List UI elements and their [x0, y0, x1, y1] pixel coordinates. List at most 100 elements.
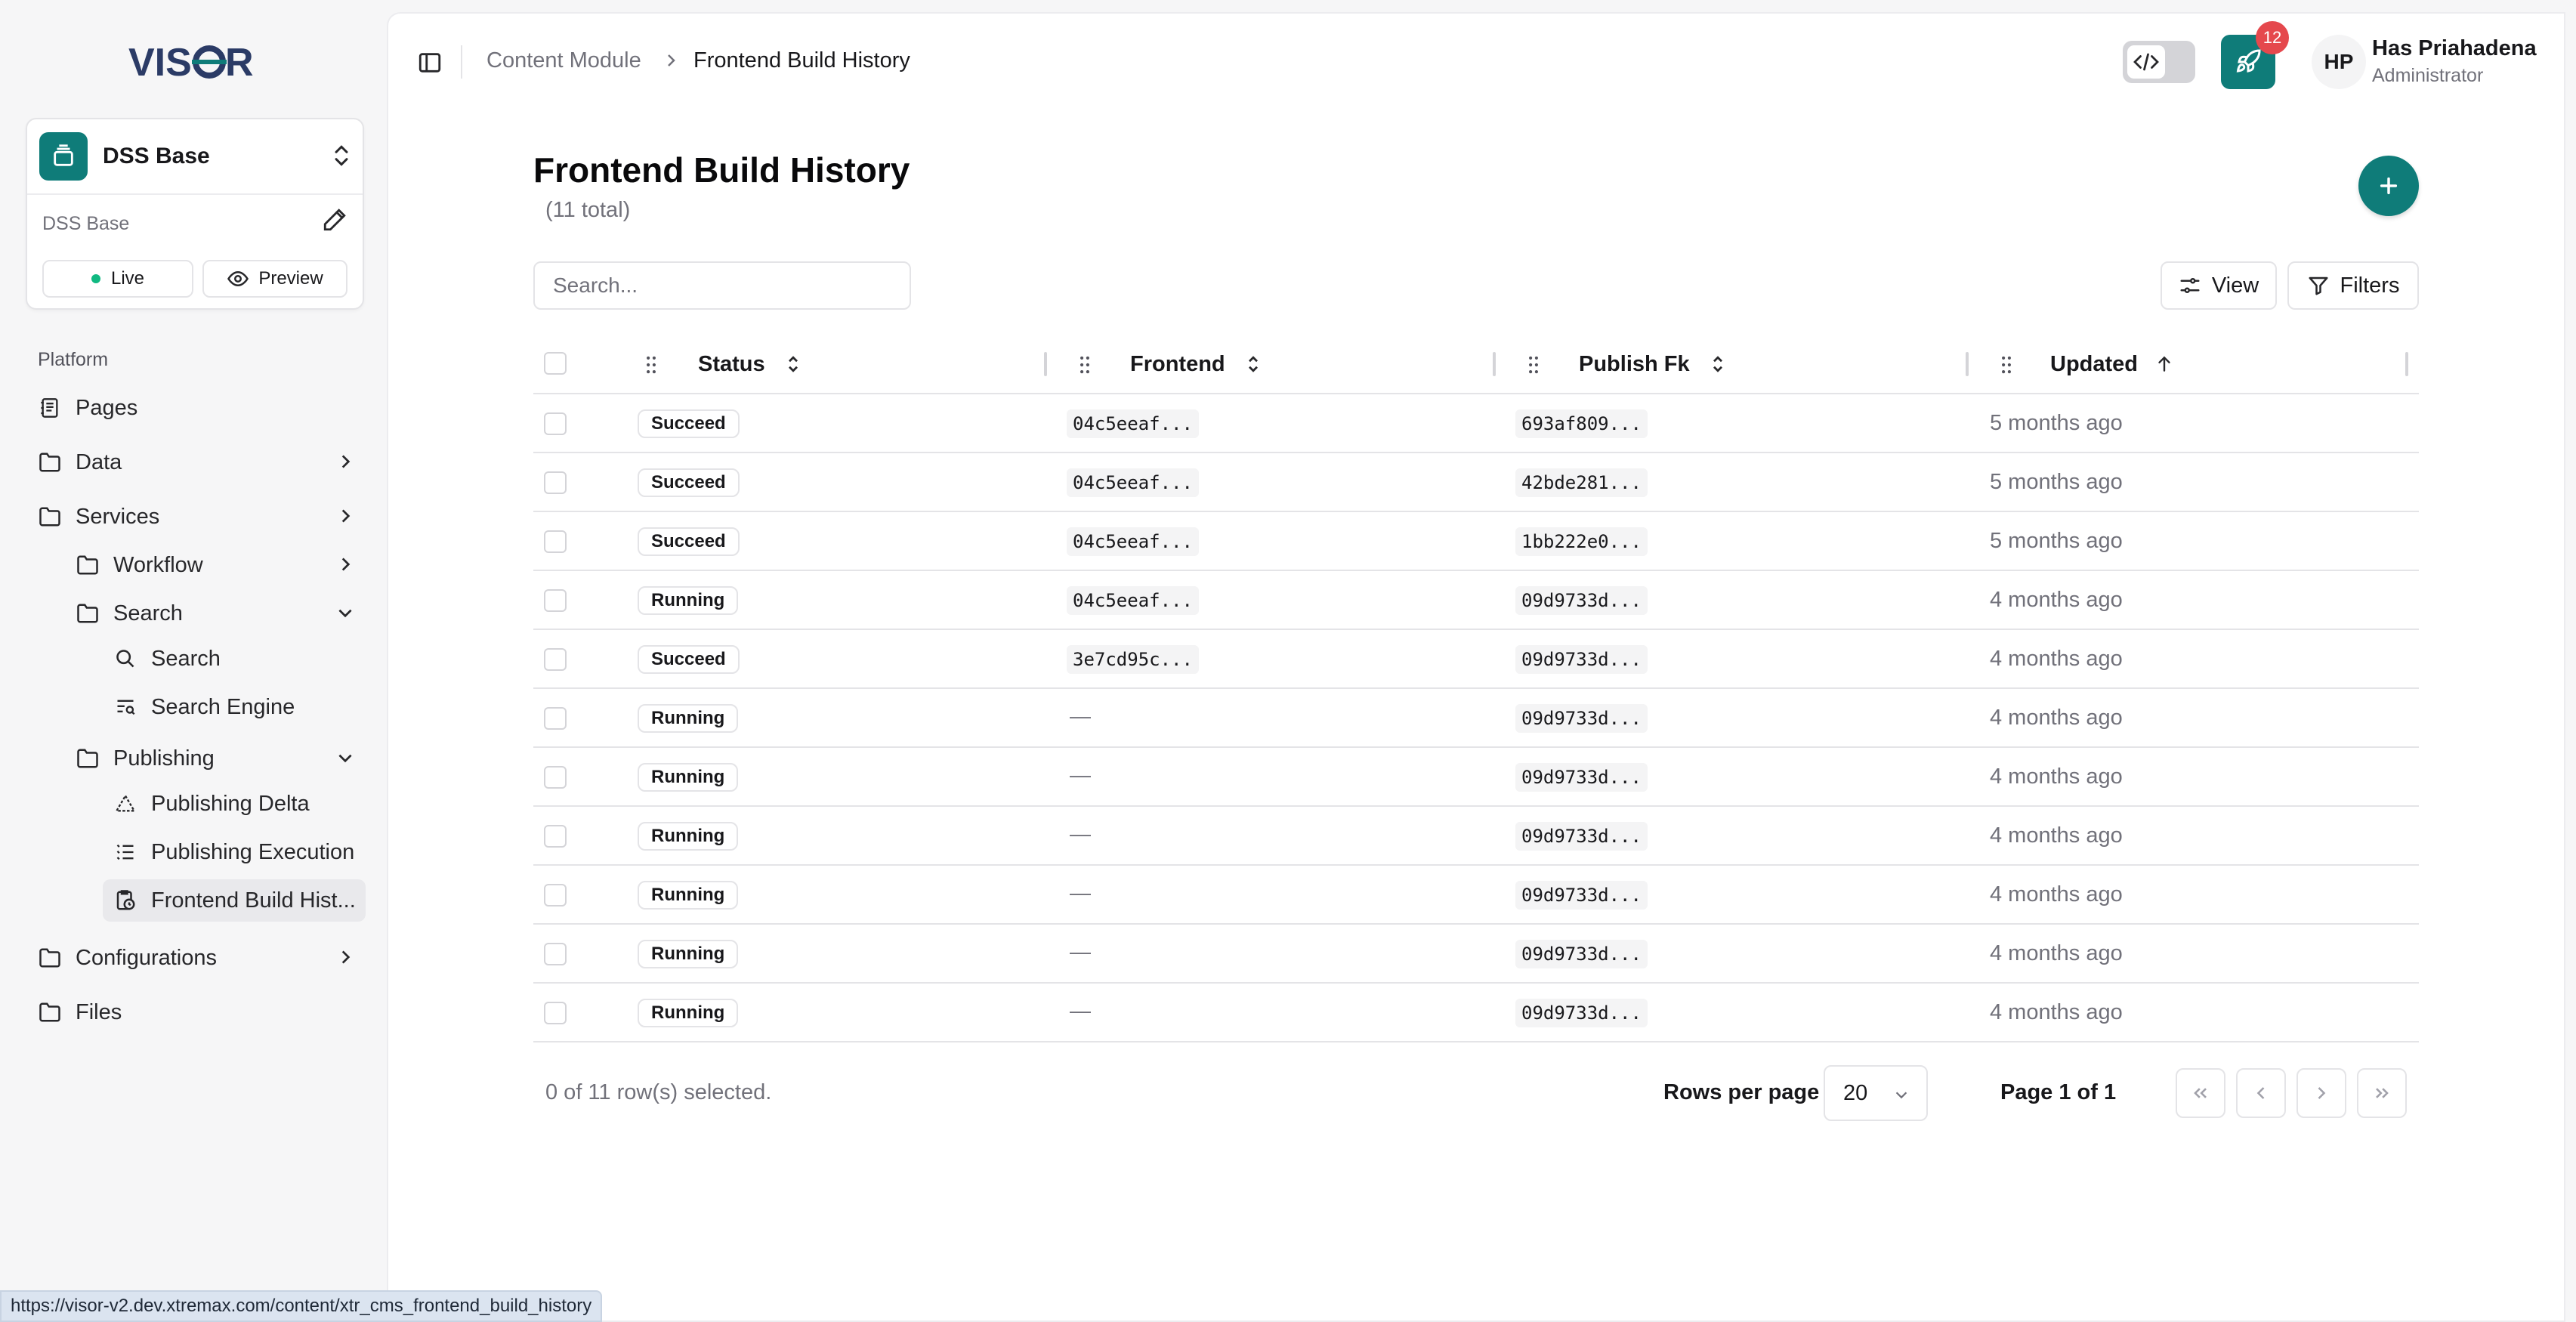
- table-row[interactable]: Running — 09d9733d... 4 months ago: [533, 748, 2419, 807]
- sidebar-item-configurations[interactable]: Configurations: [38, 937, 217, 979]
- sidebar-item-search[interactable]: Search: [76, 592, 183, 635]
- sidebar-toggle-icon[interactable]: [417, 50, 443, 76]
- chevron-right-icon: [341, 455, 351, 468]
- sidebar: VIS R DSS Base DSS Base Live Preview Pla…: [0, 0, 388, 1322]
- frontend-empty: —: [1070, 704, 1091, 727]
- row-checkbox[interactable]: [544, 707, 567, 730]
- workspace-icon: [39, 132, 88, 181]
- drag-handle-icon[interactable]: [1079, 355, 1091, 375]
- breadcrumb-content-module[interactable]: Content Module: [486, 48, 641, 73]
- table-row[interactable]: Running — 09d9733d... 4 months ago: [533, 925, 2419, 984]
- view-button[interactable]: View: [2161, 261, 2277, 310]
- publish-fk-id: 09d9733d...: [1515, 704, 1648, 733]
- sidebar-item-publishing-delta[interactable]: Publishing Delta: [113, 783, 310, 825]
- table-header: Status Frontend Publish Fk Updated: [533, 334, 2419, 394]
- notification-badge: 12: [2256, 21, 2289, 54]
- sidebar-item-files[interactable]: Files: [38, 991, 122, 1033]
- chevron-right-icon: [2318, 1087, 2326, 1099]
- user-name[interactable]: Has Priahadena: [2372, 36, 2537, 61]
- updated-time: 4 months ago: [1990, 706, 2123, 730]
- table-row[interactable]: Running — 09d9733d... 4 months ago: [533, 984, 2419, 1042]
- row-checkbox[interactable]: [544, 648, 567, 671]
- sidebar-item-services[interactable]: Services: [38, 496, 159, 538]
- preview-button[interactable]: Preview: [202, 260, 347, 298]
- page-indicator: Page 1 of 1: [2000, 1080, 2117, 1104]
- visor-logo-mark: VIS R: [128, 41, 254, 85]
- column-resize-handle[interactable]: [1966, 352, 1969, 376]
- column-resize-handle[interactable]: [1044, 352, 1047, 376]
- delta-icon: [113, 792, 137, 816]
- sidebar-item-data[interactable]: Data: [38, 441, 122, 483]
- sidebar-item-pages[interactable]: Pages: [38, 387, 137, 429]
- column-header-status[interactable]: Status: [698, 334, 802, 394]
- chevron-right-icon: [668, 54, 675, 66]
- row-checkbox[interactable]: [544, 412, 567, 435]
- row-checkbox[interactable]: [544, 530, 567, 553]
- chevron-right-icon: [341, 509, 351, 523]
- topbar-divider: [461, 45, 462, 79]
- svg-text:VIS: VIS: [128, 41, 192, 85]
- status-badge: Running: [638, 822, 739, 851]
- plus-icon: [2380, 177, 2398, 195]
- table-row[interactable]: Succeed 04c5eeaf... 1bb222e0... 5 months ag…: [533, 512, 2419, 571]
- sidebar-item-search-engine[interactable]: Search Engine: [113, 686, 295, 728]
- row-checkbox[interactable]: [544, 825, 567, 848]
- frontend-id: 04c5eeaf...: [1067, 468, 1199, 497]
- column-resize-handle[interactable]: [2405, 352, 2408, 376]
- code-view-toggle[interactable]: [2123, 41, 2195, 83]
- updated-time: 4 months ago: [1990, 882, 2123, 907]
- table-row[interactable]: Succeed 04c5eeaf... 42bde281... 5 months ag…: [533, 453, 2419, 512]
- chevrons-left-icon: [2194, 1088, 2207, 1098]
- table-row[interactable]: Running — 09d9733d... 4 months ago: [533, 689, 2419, 748]
- search-input[interactable]: [533, 261, 911, 310]
- column-header-publish-fk[interactable]: Publish Fk: [1579, 334, 1726, 394]
- status-badge: Succeed: [638, 645, 740, 674]
- sidebar-item-label: Configurations: [76, 945, 217, 970]
- first-page-button[interactable]: [2176, 1068, 2225, 1118]
- row-checkbox[interactable]: [544, 471, 567, 494]
- svg-text:R: R: [225, 41, 254, 85]
- sidebar-item-publishing[interactable]: Publishing: [76, 737, 215, 780]
- visor-logo[interactable]: VIS R: [128, 38, 261, 85]
- avatar[interactable]: HP: [2312, 35, 2366, 89]
- sidebar-item-search-sub[interactable]: Search: [113, 638, 221, 680]
- column-header-frontend[interactable]: Frontend: [1130, 334, 1262, 394]
- table-row[interactable]: Succeed 04c5eeaf... 693af809... 5 months ag…: [533, 394, 2419, 453]
- status-badge: Succeed: [638, 409, 740, 438]
- drag-handle-icon[interactable]: [2000, 355, 2012, 375]
- next-page-button[interactable]: [2296, 1068, 2346, 1118]
- sidebar-item-publishing-execution[interactable]: Publishing Execution: [113, 831, 354, 873]
- table-row[interactable]: Running — 09d9733d... 4 months ago: [533, 807, 2419, 866]
- live-button[interactable]: Live: [42, 260, 193, 298]
- sidebar-item-label: Search Engine: [151, 694, 295, 719]
- folder-icon: [38, 505, 62, 529]
- row-checkbox[interactable]: [544, 1002, 567, 1024]
- drag-handle-icon[interactable]: [1527, 355, 1540, 375]
- row-checkbox[interactable]: [544, 884, 567, 907]
- row-checkbox[interactable]: [544, 589, 567, 612]
- column-header-updated[interactable]: Updated: [2050, 334, 2174, 394]
- column-resize-handle[interactable]: [1493, 352, 1496, 376]
- chevrons-right-icon: [2376, 1088, 2389, 1098]
- status-badge: Succeed: [638, 527, 740, 556]
- add-record-button[interactable]: [2358, 156, 2419, 216]
- sidebar-item-frontend-build-history[interactable]: Frontend Build Hist...: [113, 879, 356, 922]
- rows-per-page-select[interactable]: 20: [1824, 1065, 1928, 1121]
- row-checkbox[interactable]: [544, 943, 567, 965]
- select-all-checkbox[interactable]: [544, 352, 567, 375]
- sidebar-item-workflow[interactable]: Workflow: [76, 544, 203, 586]
- pencil-icon[interactable]: [322, 207, 347, 233]
- status-badge: Running: [638, 586, 739, 615]
- status-badge: Running: [638, 999, 739, 1027]
- table-row[interactable]: Running — 09d9733d... 4 months ago: [533, 866, 2419, 925]
- workspace-switcher[interactable]: DSS Base: [27, 119, 363, 195]
- code-icon: [2127, 45, 2165, 79]
- last-page-button[interactable]: [2357, 1068, 2407, 1118]
- filters-button[interactable]: Filters: [2287, 261, 2419, 310]
- frontend-empty: —: [1070, 822, 1091, 845]
- row-checkbox[interactable]: [544, 766, 567, 789]
- table-row[interactable]: Succeed 3e7cd95c... 09d9733d... 4 months ag…: [533, 630, 2419, 689]
- table-row[interactable]: Running 04c5eeaf... 09d9733d... 4 months ag…: [533, 571, 2419, 630]
- drag-handle-icon[interactable]: [645, 355, 657, 375]
- previous-page-button[interactable]: [2236, 1068, 2286, 1118]
